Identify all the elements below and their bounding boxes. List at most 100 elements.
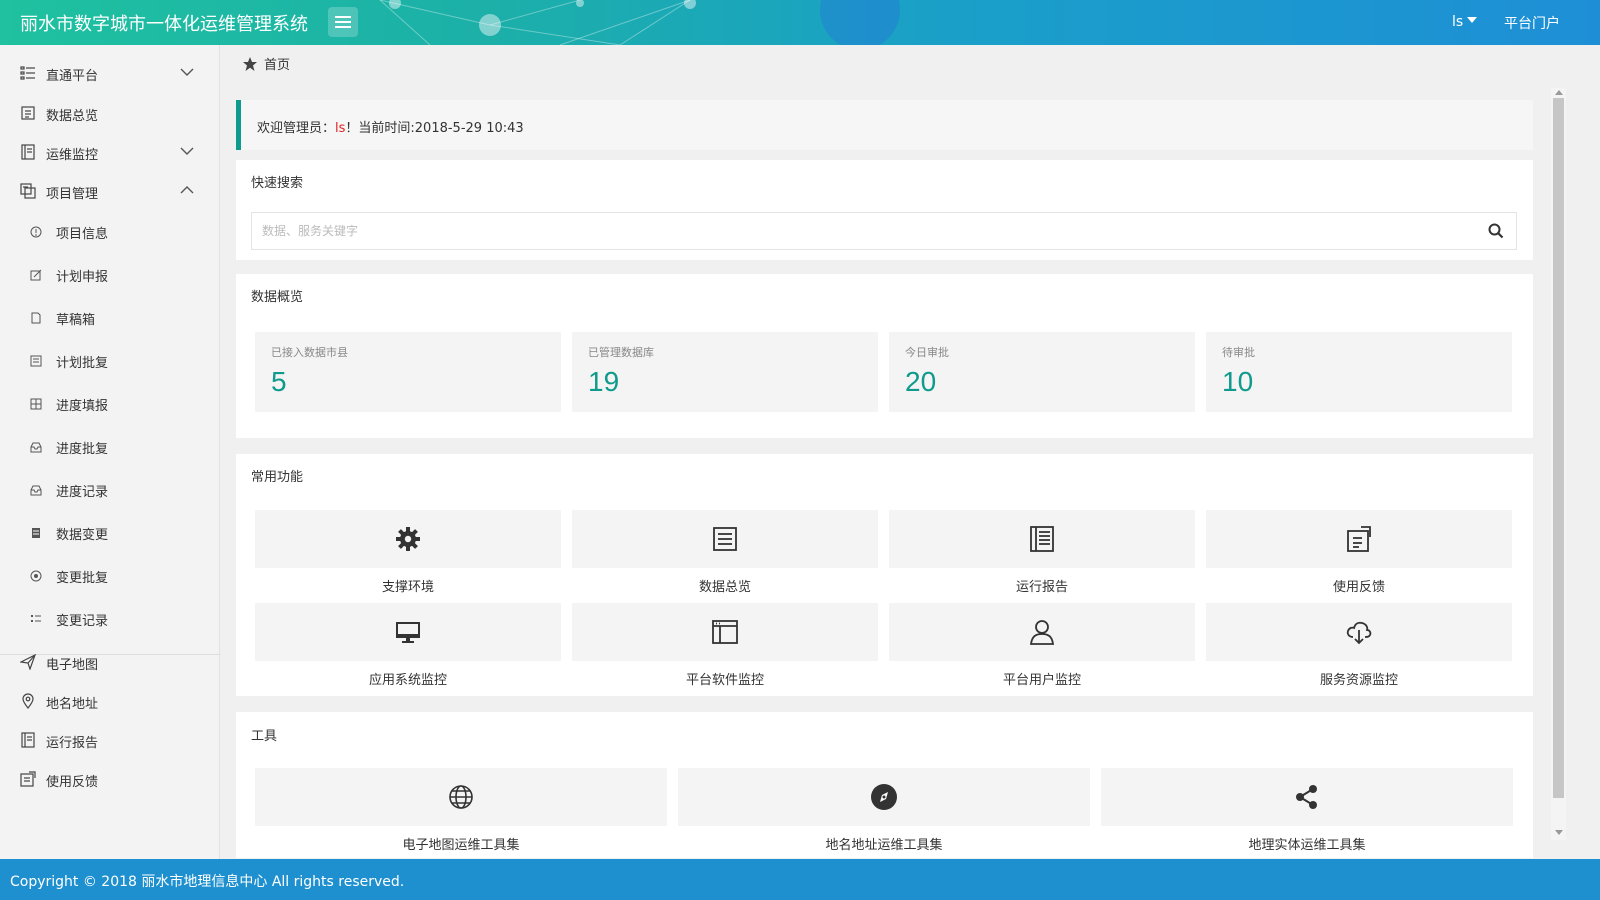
target-icon (30, 570, 42, 582)
function-support-env[interactable]: 支撑环境 (255, 510, 561, 600)
map-pin-icon (22, 693, 34, 709)
copyright-text: Copyright © 2018 丽水市地理信息中心 All rights re… (10, 874, 405, 890)
edit-icon (30, 269, 42, 281)
function-tile[interactable] (889, 510, 1195, 568)
function-app-monitor[interactable]: 应用系统监控 (255, 603, 561, 693)
sidebar-subitem-label: 进度填报 (56, 399, 109, 414)
sidebar-subitem-drafts[interactable]: 草稿箱 (0, 298, 220, 338)
cloud-download-icon (1346, 621, 1372, 645)
tool-label: 地名地址运维工具集 (825, 838, 943, 853)
function-tile[interactable] (572, 510, 878, 568)
sidebar-subitem-data-change[interactable]: 数据变更 (0, 513, 220, 553)
sidebar-item-direct-platform[interactable]: 直通平台 (0, 53, 220, 93)
platform-portal-link[interactable]: 平台门户 (1504, 13, 1560, 33)
function-software-monitor[interactable]: 平台软件监控 (572, 603, 878, 693)
tool-geo-entity[interactable]: 地理实体运维工具集 (1101, 768, 1513, 858)
menu-toggle-button[interactable] (328, 7, 358, 37)
sidebar-item-feedback[interactable]: 使用反馈 (0, 759, 220, 799)
scroll-up-icon[interactable] (1555, 90, 1563, 95)
sidebar-subitem-label: 计划申报 (56, 270, 109, 285)
vertical-scrollbar[interactable] (1551, 88, 1566, 840)
function-tile[interactable] (255, 510, 561, 568)
compass-icon (871, 784, 897, 810)
top-header: 丽水市数字城市一体化运维管理系统 ls 平台门户 (0, 0, 1600, 45)
search-icon[interactable] (1488, 223, 1504, 239)
sidebar-subitem-change-record[interactable]: 变更记录 (0, 599, 220, 639)
document-icon (21, 106, 35, 120)
info-icon (30, 226, 42, 238)
stat-card[interactable]: 已管理数据库 19 (572, 332, 878, 412)
sidebar-item-label: 直通平台 (46, 69, 99, 84)
breadcrumb: 首页 (242, 54, 290, 73)
database-icon (32, 528, 40, 538)
function-run-report[interactable]: 运行报告 (889, 510, 1195, 600)
stat-value: 10 (1222, 366, 1254, 397)
breadcrumb-home[interactable]: 首页 (264, 54, 290, 73)
stat-value: 5 (271, 366, 287, 397)
newspaper-icon (1030, 526, 1054, 552)
sidebar-item-e-map[interactable]: 电子地图 (0, 642, 220, 682)
function-label: 服务资源监控 (1319, 673, 1398, 688)
sidebar-subitem-change-approve[interactable]: 变更批复 (0, 556, 220, 596)
sidebar-item-run-report[interactable]: 运行报告 (0, 720, 220, 760)
scrollbar-thumb[interactable] (1553, 98, 1564, 798)
app-title: 丽水市数字城市一体化运维管理系统 (20, 14, 308, 35)
stat-card[interactable]: 今日审批 20 (889, 332, 1195, 412)
feedback-icon (1347, 526, 1371, 552)
function-tile[interactable] (255, 603, 561, 661)
sidebar-item-data-overview[interactable]: 数据总览 (0, 93, 220, 133)
globe-icon (449, 785, 473, 809)
welcome-text: 欢迎管理员：ls！当前时间:2018-5-29 10:43 (257, 117, 524, 136)
user-menu[interactable]: ls (1452, 14, 1478, 30)
project-icon (20, 183, 36, 199)
admin-name: ls (335, 121, 346, 136)
sidebar-subitem-plan-approve[interactable]: 计划批复 (0, 341, 220, 381)
function-label: 运行报告 (1015, 580, 1068, 595)
function-tile[interactable] (572, 603, 878, 661)
sidebar-item-ops-monitor[interactable]: 运维监控 (0, 132, 220, 172)
sidebar-subitem-progress-fill[interactable]: 进度填报 (0, 384, 220, 424)
function-label: 平台用户监控 (1002, 673, 1081, 688)
stat-value: 19 (588, 366, 620, 397)
tools-panel: 工具 电子地图运维工具集 地名地址运维工具集 地理实体运维工具集 (236, 712, 1533, 858)
welcome-time: ！当前时间:2018-5-29 10:43 (345, 121, 524, 136)
common-functions-panel: 常用功能 支撑环境 数据总览 运行报告 使用反馈 应用系统监控 平台软件监控 平… (236, 454, 1533, 696)
function-feedback[interactable]: 使用反馈 (1206, 510, 1512, 600)
sidebar-subitem-progress-approve[interactable]: 进度批复 (0, 427, 220, 467)
function-data-overview[interactable]: 数据总览 (572, 510, 878, 600)
sidebar-item-label: 运行报告 (46, 736, 99, 751)
user-name: ls (1452, 14, 1464, 30)
stat-card[interactable]: 待审批 10 (1206, 332, 1512, 412)
sidebar-subitem-label: 变更记录 (56, 614, 109, 629)
function-user-monitor[interactable]: 平台用户监控 (889, 603, 1195, 693)
stat-card[interactable]: 已接入数据市县 5 (255, 332, 561, 412)
tool-tile[interactable] (678, 768, 1090, 826)
tool-tile[interactable] (1101, 768, 1513, 826)
function-tile[interactable] (889, 603, 1195, 661)
function-resource-monitor[interactable]: 服务资源监控 (1206, 603, 1512, 693)
search-input[interactable] (252, 213, 1472, 249)
tool-e-map[interactable]: 电子地图运维工具集 (255, 768, 667, 858)
sidebar-item-label: 地名地址 (46, 697, 99, 712)
sidebar-subitem-progress-record[interactable]: 进度记录 (0, 470, 220, 510)
function-tile[interactable] (1206, 510, 1512, 568)
tool-place-address[interactable]: 地名地址运维工具集 (678, 768, 1090, 858)
quick-search-title: 快速搜索 (251, 176, 304, 191)
scroll-down-icon[interactable] (1555, 830, 1563, 835)
inbox-icon (30, 485, 42, 496)
sidebar-item-project-management[interactable]: 项目管理 (0, 171, 220, 211)
tool-tile[interactable] (255, 768, 667, 826)
common-functions-title: 常用功能 (251, 470, 304, 485)
sidebar-subitem-label: 草稿箱 (56, 313, 96, 328)
sidebar-item-label: 运维监控 (46, 148, 99, 163)
book-icon (21, 144, 35, 160)
sidebar-subitem-plan-declare[interactable]: 计划申报 (0, 255, 220, 295)
list-icon (20, 66, 35, 80)
data-overview-panel: 数据概览 已接入数据市县 5 已管理数据库 19 今日审批 20 待审批 10 (236, 274, 1533, 438)
sidebar-subitem-label: 进度记录 (56, 485, 109, 500)
sidebar-item-place-address[interactable]: 地名地址 (0, 681, 220, 721)
sidebar-subitem-label: 数据变更 (56, 528, 109, 543)
function-tile[interactable] (1206, 603, 1512, 661)
sidebar-subitem-project-info[interactable]: 项目信息 (0, 212, 220, 252)
sidebar-subitem-label: 进度批复 (56, 442, 109, 457)
